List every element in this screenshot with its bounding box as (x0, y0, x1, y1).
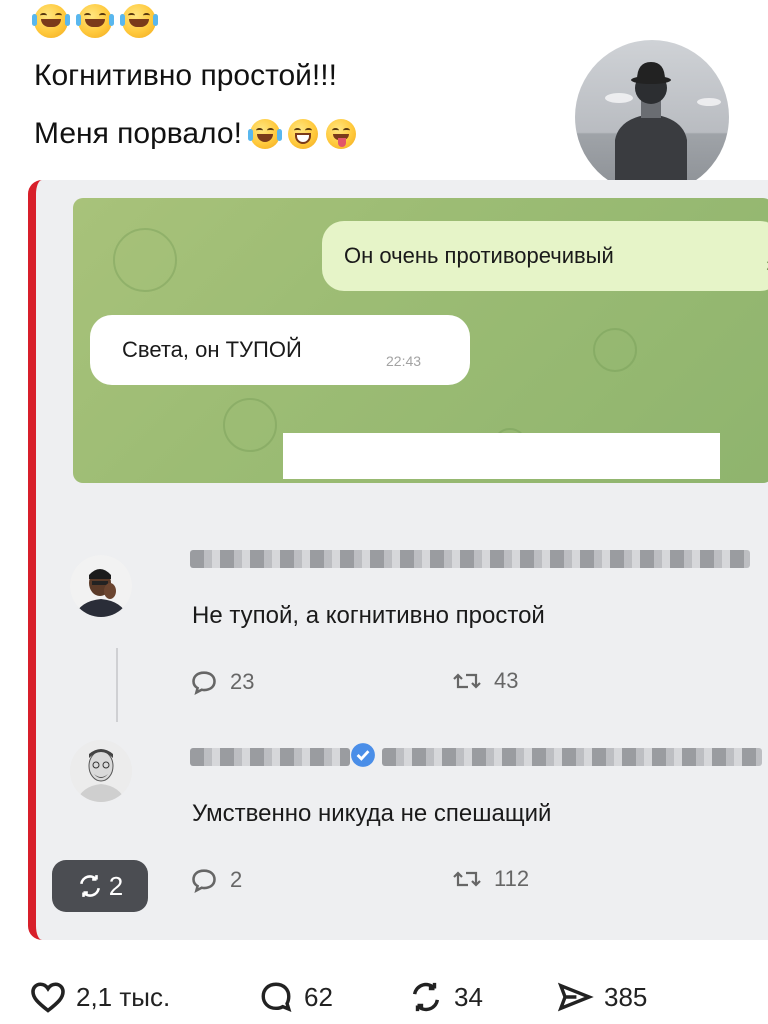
comment-button[interactable]: 62 (258, 980, 333, 1014)
bowler-hat-man-image (605, 62, 721, 194)
face-with-tears-of-joy-icon (32, 4, 70, 38)
repost-count: 34 (454, 981, 483, 1012)
share-count: 385 (604, 981, 648, 1012)
post-caption-line1: Когнитивно простой!!! (34, 59, 337, 92)
like-count: 2,1 тыс. (76, 981, 171, 1012)
comment-icon (261, 982, 292, 1012)
incoming-message-bubble: Света, он ТУПОЙ 22:43 (90, 315, 470, 385)
face-with-tears-of-joy-icon (247, 119, 282, 149)
incoming-message-text: Света, он ТУПОЙ (122, 337, 302, 362)
comment-bubble-icon (192, 869, 216, 894)
zany-face-icon (325, 119, 356, 149)
reply-avatar[interactable] (70, 555, 132, 617)
reply-repost-count[interactable]: 43 (452, 668, 518, 694)
top-emoji-row (32, 4, 158, 38)
reply-handle-blurred (382, 748, 762, 766)
outgoing-message-text: Он очень противоречивый (344, 243, 614, 268)
reply-text: Умственно никуда не спешащий (192, 800, 552, 827)
redaction-box (283, 433, 720, 479)
reply-author-blurred (190, 748, 350, 766)
grinning-face-icon (287, 119, 318, 149)
reply-repost-count[interactable]: 112 (452, 866, 529, 892)
face-with-tears-of-joy-icon (120, 4, 158, 38)
reply-repost-count-value: 43 (494, 668, 519, 693)
reply-author-blurred (190, 550, 750, 568)
reply-comment-count[interactable]: 23 (190, 668, 254, 696)
reply-repost-count-value: 112 (494, 866, 530, 891)
face-with-tears-of-joy-icon (76, 4, 114, 38)
thread-connector-line (116, 648, 118, 722)
send-arrow-icon (557, 982, 594, 1012)
repost-count-pill[interactable]: 2 (52, 860, 148, 912)
like-button[interactable]: 2,1 тыс. (30, 980, 170, 1014)
reply-comment-count-value: 2 (230, 867, 243, 892)
post-caption-line2-text: Меня порвало! (34, 117, 242, 150)
share-button[interactable]: 385 (556, 980, 647, 1014)
chekhov-portrait-image (70, 740, 132, 802)
repost-button[interactable]: 34 (408, 980, 483, 1014)
reply-comment-count-value: 23 (230, 669, 255, 694)
outgoing-message-bubble: Он очень противоречивый 2 (322, 221, 768, 291)
reply-text: Не тупой, а когнитивно простой (192, 602, 545, 629)
repost-icon (79, 875, 100, 897)
comment-count: 62 (304, 981, 333, 1012)
retweet-icon (453, 673, 481, 689)
repost-icon (412, 982, 440, 1012)
comment-bubble-icon (192, 671, 216, 696)
incoming-message-time: 22:43 (386, 353, 422, 369)
post-caption-line2: Меня порвало! (34, 116, 356, 152)
heart-icon (31, 982, 65, 1013)
verified-badge-icon (351, 743, 375, 767)
repost-pill-count: 2 (108, 870, 124, 901)
author-avatar[interactable] (575, 40, 729, 194)
reply-avatar[interactable] (70, 740, 132, 802)
reply-comment-count[interactable]: 2 (190, 866, 242, 894)
retweet-icon (453, 871, 481, 887)
man-facepalm-image (70, 555, 132, 617)
